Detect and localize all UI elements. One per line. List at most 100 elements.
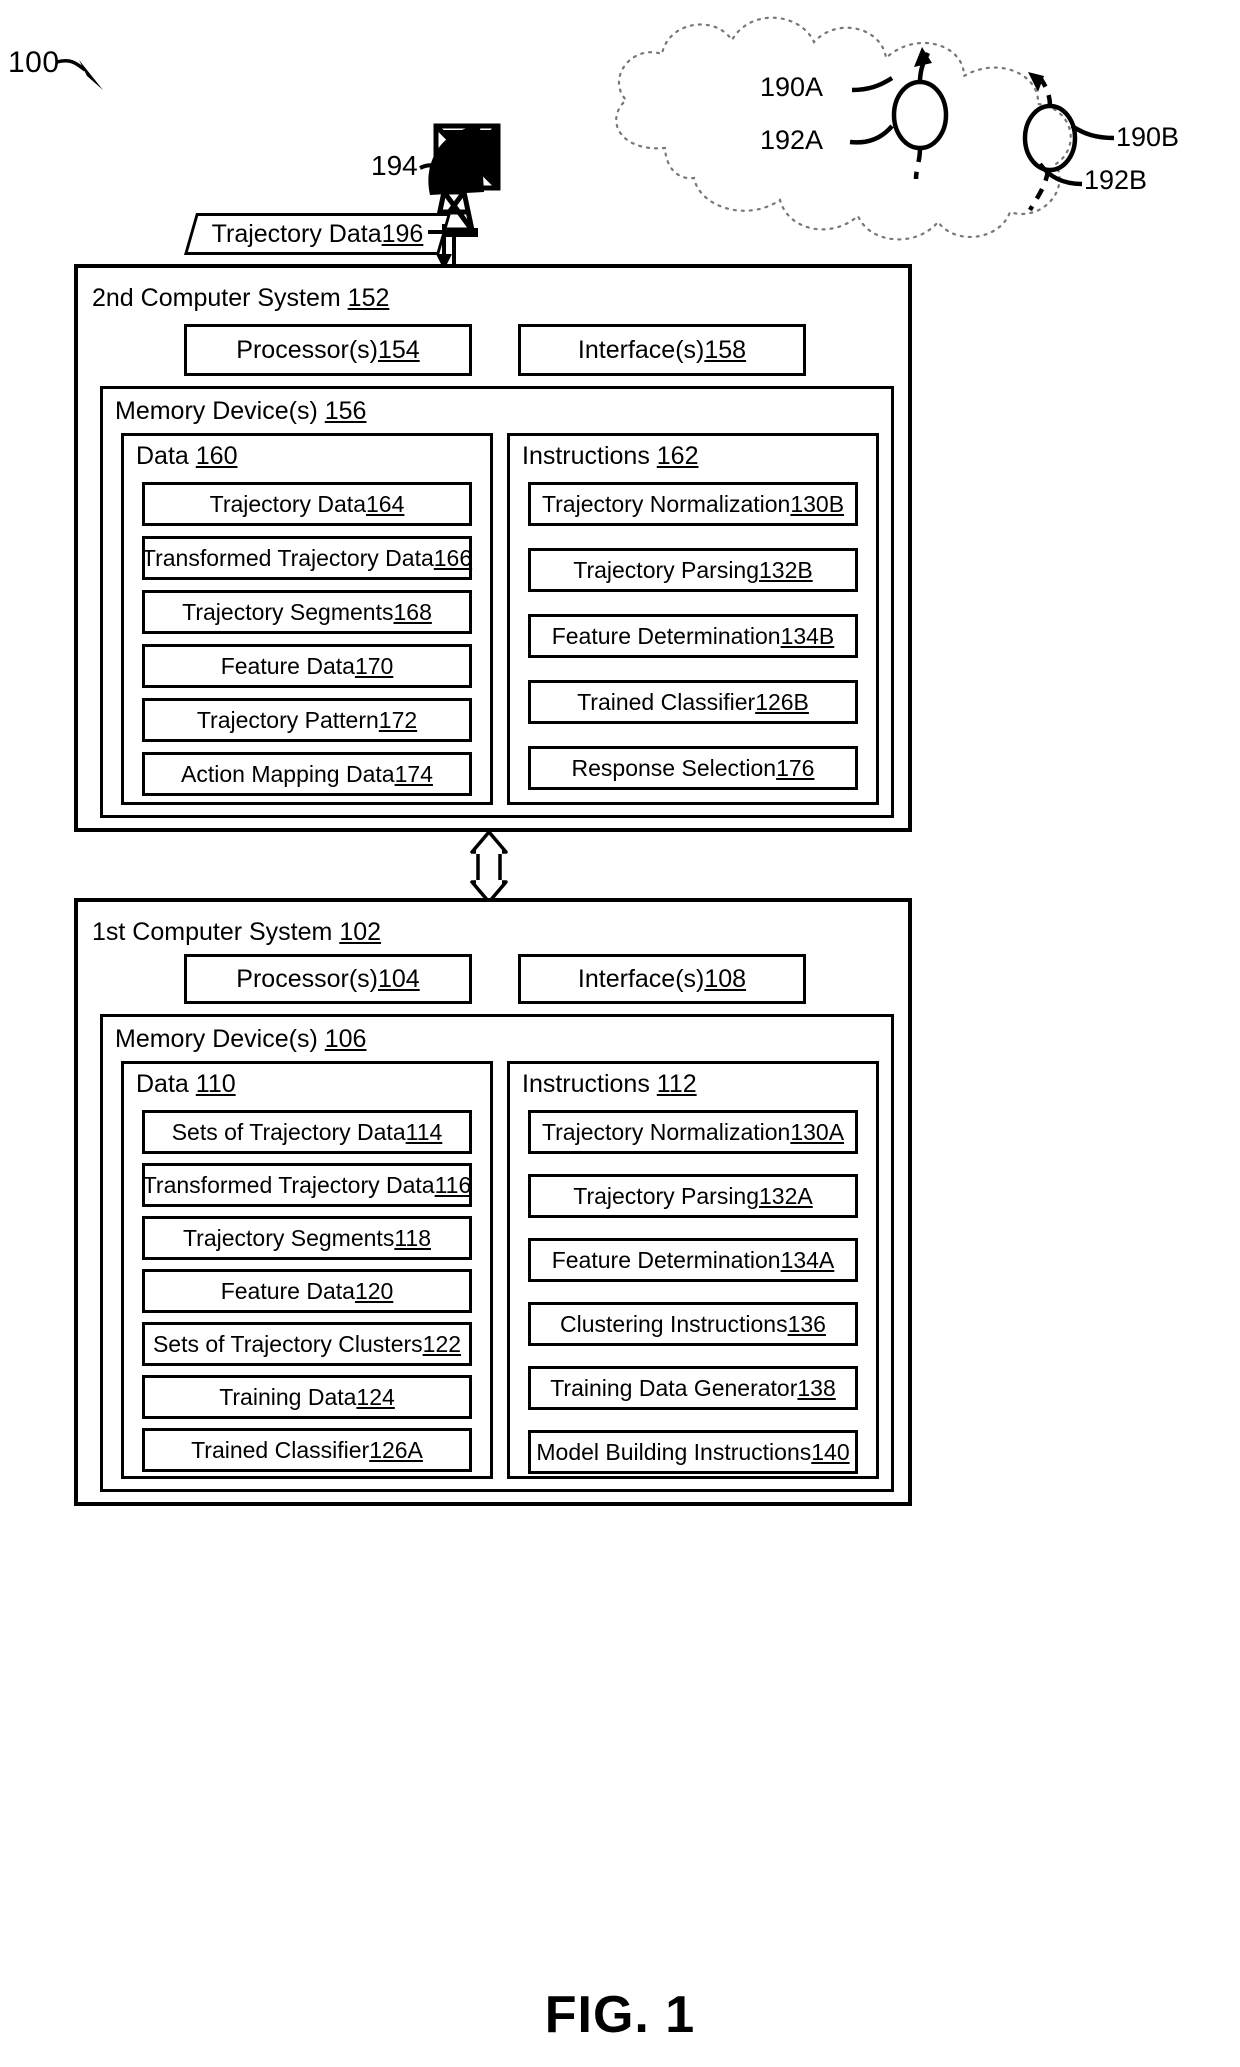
second-system-memory-frame: Memory Device(s) 156 Data 160 Trajectory… bbox=[100, 386, 894, 818]
second-system-processors-box[interactable]: Processor(s) 154 bbox=[184, 324, 472, 376]
list-item[interactable]: Training Data Generator 138 bbox=[528, 1366, 858, 1410]
first-system-data-title-ref: 110 bbox=[195, 1070, 236, 1098]
first-system-processors-box[interactable]: Processor(s) 104 bbox=[184, 954, 472, 1004]
list-item[interactable]: Trajectory Segments 118 bbox=[142, 1216, 472, 1260]
second-system-instructions-column: Instructions 162 Trajectory Normalizatio… bbox=[507, 433, 879, 805]
item-label: Training Data Generator bbox=[550, 1374, 798, 1401]
list-item[interactable]: Clustering Instructions 136 bbox=[528, 1302, 858, 1346]
second-system-title-text: 2nd Computer System bbox=[92, 284, 348, 312]
second-system-data-column-title: Data 160 bbox=[136, 442, 237, 471]
item-label: Trajectory Segments bbox=[182, 1224, 395, 1251]
item-label: Sets of Trajectory Data bbox=[171, 1118, 406, 1145]
list-item[interactable]: Transformed Trajectory Data 166 bbox=[142, 536, 472, 580]
list-item[interactable]: Trajectory Normalization 130A bbox=[528, 1110, 858, 1154]
item-ref: 116 bbox=[434, 1171, 472, 1198]
second-system-data-item-list: Trajectory Data 164 Transformed Trajecto… bbox=[142, 482, 472, 796]
network-cloud: 190A 192A 190B 192B bbox=[560, 0, 1220, 250]
list-item[interactable]: Trajectory Normalization 130B bbox=[528, 482, 858, 526]
second-system-instructions-title-ref: 162 bbox=[656, 442, 699, 470]
first-system-data-column: Data 110 Sets of Trajectory Data 114 Tra… bbox=[121, 1061, 493, 1479]
item-ref: 174 bbox=[394, 760, 433, 787]
aircraft-190a-leader bbox=[851, 76, 894, 93]
item-label: Trajectory Segments bbox=[182, 598, 394, 625]
list-item[interactable]: Action Mapping Data 174 bbox=[142, 752, 472, 796]
first-system-memory-ref: 106 bbox=[324, 1025, 367, 1053]
first-system-title-ref: 102 bbox=[339, 918, 382, 946]
first-system-memory-label: Memory Device(s) bbox=[115, 1025, 325, 1053]
list-item[interactable]: Trajectory Segments 168 bbox=[142, 590, 472, 634]
trajectory-data-down-arrow bbox=[428, 224, 452, 270]
list-item[interactable]: Trained Classifier 126B bbox=[528, 680, 858, 724]
first-system-instructions-column: Instructions 112 Trajectory Normalizatio… bbox=[507, 1061, 879, 1479]
second-system-memory-ref: 156 bbox=[324, 397, 367, 425]
item-label: Trajectory Data bbox=[209, 490, 366, 517]
second-system-processors-ref: 154 bbox=[377, 335, 420, 364]
list-item[interactable]: Trajectory Pattern 172 bbox=[142, 698, 472, 742]
second-system-interfaces-ref: 158 bbox=[704, 335, 747, 364]
list-item[interactable]: Sets of Trajectory Clusters 122 bbox=[142, 1322, 472, 1366]
item-ref: 140 bbox=[811, 1438, 850, 1465]
item-label: Trajectory Pattern bbox=[196, 706, 379, 733]
item-ref: 122 bbox=[422, 1330, 462, 1357]
first-system-title-text: 1st Computer System bbox=[92, 918, 340, 946]
item-label: Feature Determination bbox=[551, 622, 781, 649]
second-system-memory-title: Memory Device(s) 156 bbox=[115, 397, 366, 426]
second-system-data-title-ref: 160 bbox=[195, 442, 238, 470]
aircraft-190b-icon bbox=[1022, 72, 1078, 212]
first-system-processors-ref: 104 bbox=[377, 964, 420, 993]
second-system-instructions-title-text: Instructions bbox=[522, 442, 657, 470]
second-system-interfaces-box[interactable]: Interface(s) 158 bbox=[518, 324, 806, 376]
trajectory-data-flow-label: Trajectory Data bbox=[211, 219, 382, 248]
list-item[interactable]: Feature Determination 134A bbox=[528, 1238, 858, 1282]
aircraft-190b-leader bbox=[1070, 124, 1115, 141]
list-item[interactable]: Trajectory Data 164 bbox=[142, 482, 472, 526]
item-ref: 130B bbox=[790, 490, 845, 517]
item-label: Feature Data bbox=[220, 1277, 355, 1304]
figure-reference-100: 100 bbox=[8, 46, 60, 79]
first-computer-system-title: 1st Computer System 102 bbox=[92, 918, 381, 947]
list-item[interactable]: Sets of Trajectory Data 114 bbox=[142, 1110, 472, 1154]
trajectory-data-flow-text: Trajectory Data 196 bbox=[190, 213, 445, 255]
first-system-processors-label: Processor(s) bbox=[236, 964, 378, 993]
item-label: Transformed Trajectory Data bbox=[141, 544, 434, 571]
item-label: Clustering Instructions bbox=[560, 1310, 788, 1337]
item-ref: 176 bbox=[776, 754, 815, 781]
systems-bidirectional-arrow bbox=[470, 832, 508, 902]
list-item[interactable]: Feature Data 170 bbox=[142, 644, 472, 688]
second-computer-system-frame: 2nd Computer System 152 Processor(s) 154… bbox=[74, 264, 912, 832]
list-item[interactable]: Model Building Instructions 140 bbox=[528, 1430, 858, 1474]
item-ref: 168 bbox=[393, 598, 432, 625]
first-system-memory-title: Memory Device(s) 106 bbox=[115, 1025, 366, 1054]
item-ref: 134A bbox=[780, 1246, 835, 1273]
figure-caption: FIG. 1 bbox=[544, 1986, 696, 2044]
track-192b-leader bbox=[1038, 162, 1083, 187]
track-192a-label: 192A bbox=[760, 125, 824, 155]
first-system-instructions-item-list: Trajectory Normalization 130A Trajectory… bbox=[528, 1110, 858, 1474]
item-ref: 170 bbox=[354, 652, 394, 679]
list-item[interactable]: Response Selection 176 bbox=[528, 746, 858, 790]
item-ref: 138 bbox=[797, 1374, 836, 1401]
item-ref: 124 bbox=[356, 1383, 395, 1410]
list-item[interactable]: Trajectory Parsing 132A bbox=[528, 1174, 858, 1218]
list-item[interactable]: Training Data 124 bbox=[142, 1375, 472, 1419]
list-item[interactable]: Trajectory Parsing 132B bbox=[528, 548, 858, 592]
first-computer-system-frame: 1st Computer System 102 Processor(s) 104… bbox=[74, 898, 912, 1506]
aircraft-190a-label: 190A bbox=[760, 72, 824, 102]
first-system-interfaces-box[interactable]: Interface(s) 108 bbox=[518, 954, 806, 1004]
item-ref: 126B bbox=[755, 688, 809, 715]
second-system-instructions-column-title: Instructions 162 bbox=[522, 442, 699, 471]
list-item[interactable]: Trained Classifier 126A bbox=[142, 1428, 472, 1472]
second-computer-system-title: 2nd Computer System 152 bbox=[92, 284, 389, 313]
item-ref: 118 bbox=[394, 1224, 431, 1251]
item-ref: 126A bbox=[369, 1436, 423, 1463]
item-label: Sets of Trajectory Clusters bbox=[152, 1330, 423, 1357]
item-label: Response Selection bbox=[571, 754, 777, 781]
item-label: Model Building Instructions bbox=[536, 1438, 812, 1465]
list-item[interactable]: Feature Data 120 bbox=[142, 1269, 472, 1313]
list-item[interactable]: Transformed Trajectory Data 116 bbox=[142, 1163, 472, 1207]
item-ref: 166 bbox=[433, 544, 473, 571]
list-item[interactable]: Feature Determination 134B bbox=[528, 614, 858, 658]
second-system-data-title-text: Data bbox=[136, 442, 196, 470]
item-label: Action Mapping Data bbox=[181, 760, 395, 787]
first-system-interfaces-ref: 108 bbox=[704, 964, 747, 993]
